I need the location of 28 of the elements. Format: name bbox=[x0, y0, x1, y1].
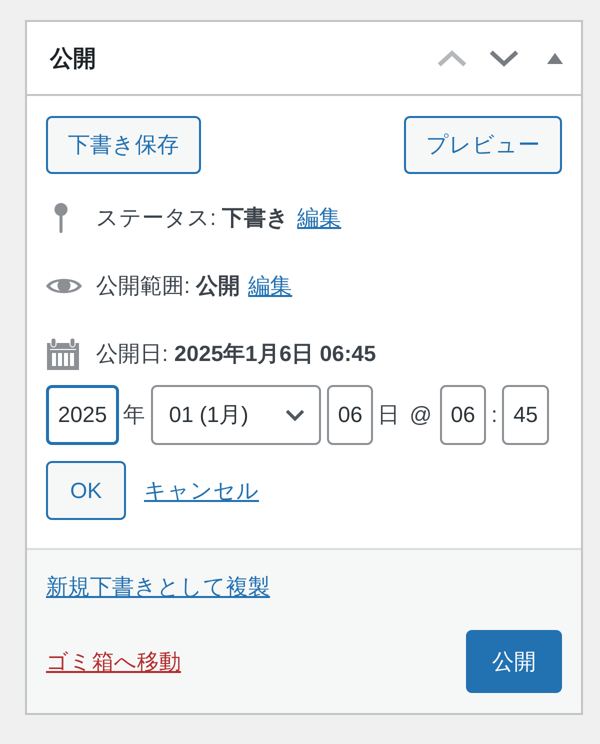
cancel-link[interactable]: キャンセル bbox=[144, 476, 259, 506]
publish-button[interactable]: 公開 bbox=[466, 630, 562, 693]
edit-link[interactable]: 編集 bbox=[297, 203, 342, 233]
unit-label: 年 bbox=[122, 401, 145, 429]
day-field[interactable]: 06 bbox=[326, 385, 374, 445]
at-sign: @ bbox=[409, 402, 432, 428]
chevron-down-icon bbox=[284, 409, 305, 421]
time-separator: : bbox=[491, 402, 498, 428]
edit-link[interactable]: 編集 bbox=[248, 271, 292, 301]
month-select[interactable]: 01 (1月) bbox=[150, 385, 321, 445]
hour-field[interactable]: 06 bbox=[440, 385, 486, 445]
pin-icon bbox=[54, 203, 68, 233]
unit-label: 日 bbox=[377, 401, 400, 429]
move-to-trash-link[interactable]: ゴミ箱へ移動 bbox=[46, 646, 181, 676]
panel-title: 公開 bbox=[50, 44, 96, 72]
minute-field[interactable]: 45 bbox=[502, 385, 549, 445]
publish-date-text: 公開日: 2025年1月6日 06:45 bbox=[96, 340, 376, 368]
save-draft-button[interactable]: 下書き保存 bbox=[46, 116, 201, 174]
status-text: ステータス: 下書き bbox=[96, 204, 290, 232]
duplicate-draft-link[interactable]: 新規下書きとして複製 bbox=[46, 570, 270, 604]
calendar-icon bbox=[47, 338, 79, 370]
triangle-up-icon bbox=[547, 52, 563, 64]
visibility-text: 公開範囲: 公開 bbox=[96, 272, 240, 300]
year-field[interactable]: 2025 bbox=[46, 385, 119, 445]
chevron-down-icon bbox=[489, 50, 519, 66]
chevron-up-icon bbox=[437, 50, 467, 66]
ok-button[interactable]: OK bbox=[46, 461, 126, 520]
preview-button[interactable]: プレビュー bbox=[404, 116, 562, 174]
